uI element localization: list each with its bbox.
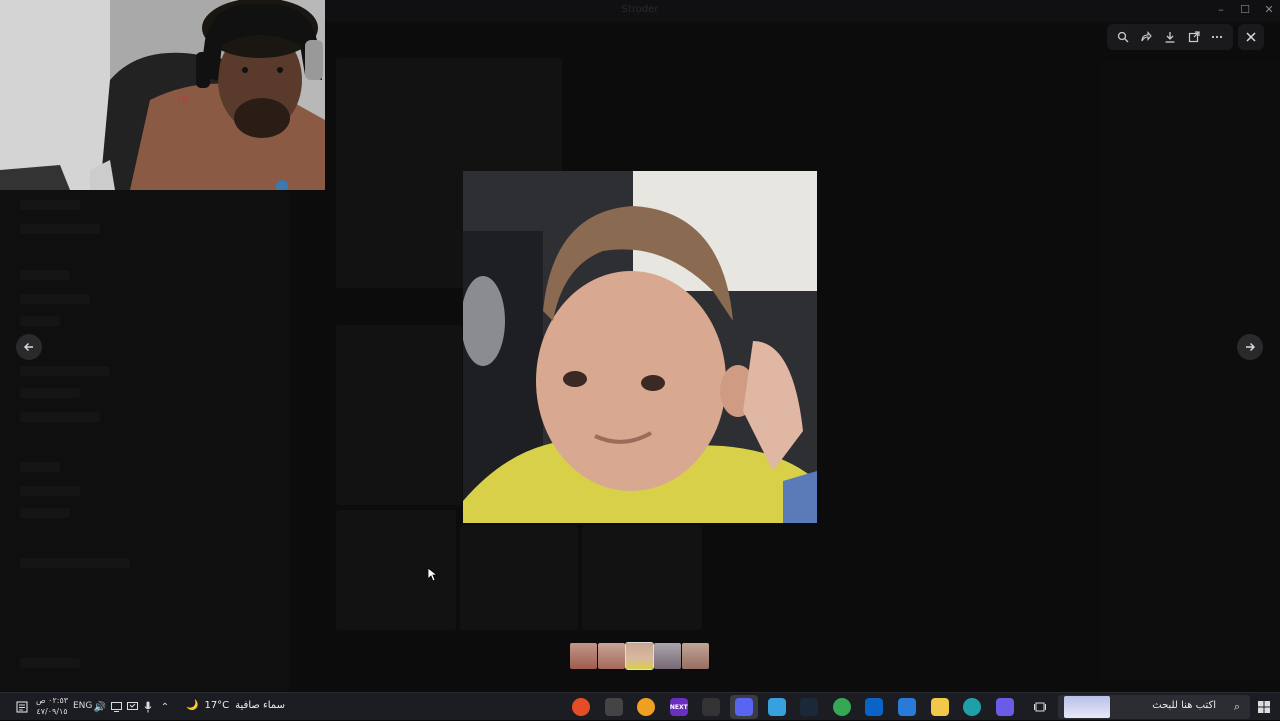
system-clock[interactable]: ٠٢:٥٣ ص ٤٧/٠٩/١٥ — [34, 695, 70, 717]
window-close-icon[interactable]: ✕ — [1262, 3, 1276, 17]
zoom-in-icon[interactable] — [1112, 26, 1134, 48]
edge-icon[interactable] — [962, 697, 982, 717]
member-list — [1100, 60, 1280, 680]
clock-time: ٠٢:٥٣ ص — [35, 696, 69, 705]
chrome-canary-icon[interactable] — [636, 697, 656, 717]
chrome-icon[interactable] — [571, 697, 591, 717]
copilot-app-icon[interactable] — [995, 697, 1015, 717]
start-windows-icon[interactable] — [1256, 693, 1272, 721]
svg-text:LE: LE — [178, 95, 188, 104]
next-app-icon[interactable]: NEXT — [669, 697, 689, 717]
obs-icon[interactable] — [604, 697, 624, 717]
download-icon[interactable] — [1159, 26, 1181, 48]
thumbnail-strip — [570, 642, 709, 670]
channel-sidebar — [0, 190, 290, 690]
search-highlight-image — [1064, 696, 1110, 718]
mouse-cursor-icon — [427, 567, 439, 586]
close-icon — [1246, 32, 1256, 42]
arrow-right-icon — [1246, 343, 1255, 351]
weather-text: سماء صافية — [235, 700, 285, 711]
thumbnail-active[interactable] — [625, 642, 654, 670]
language-indicator[interactable]: ENG — [73, 701, 92, 711]
microphone-icon[interactable] — [143, 693, 153, 721]
close-viewer-button[interactable] — [1238, 24, 1264, 50]
next-image-button[interactable] — [1237, 334, 1263, 360]
task-view-icon[interactable] — [1030, 693, 1050, 721]
search-icon: ⌕ — [1233, 700, 1240, 713]
previous-image-button[interactable] — [16, 334, 42, 360]
store-icon[interactable] — [897, 697, 917, 717]
webcam-overlay: LE — [0, 0, 325, 190]
tray-chevron-up-icon[interactable]: ⌃ — [158, 693, 172, 721]
forward-icon[interactable] — [1135, 26, 1157, 48]
thumbnail[interactable] — [654, 643, 681, 669]
clock-date: ٤٧/٠٩/١٥ — [36, 707, 68, 716]
more-icon[interactable] — [1206, 26, 1228, 48]
search-placeholder: اكتب هنا للبحث — [1152, 700, 1216, 711]
background-image-tile — [460, 525, 578, 630]
weather-temp: 17°C — [204, 700, 230, 711]
taskbar-search[interactable]: اكتب هنا للبحث ⌕ — [1058, 695, 1250, 719]
network-icon[interactable] — [110, 693, 122, 721]
notifications-icon[interactable] — [12, 693, 32, 721]
file-explorer-icon[interactable] — [930, 697, 950, 717]
google-chrome-icon[interactable] — [832, 697, 852, 717]
thumbnail[interactable] — [570, 643, 597, 669]
capcut-icon[interactable] — [701, 697, 721, 717]
thumbnail[interactable] — [682, 643, 709, 669]
background-image-tile — [336, 510, 456, 630]
discord-icon[interactable] — [730, 695, 758, 719]
outlook-icon[interactable] — [864, 697, 884, 717]
display-icon[interactable] — [126, 693, 138, 721]
thumbnail[interactable] — [598, 643, 625, 669]
background-image-tile — [336, 325, 462, 505]
viewed-image[interactable] — [463, 171, 817, 523]
minimize-icon[interactable]: – — [1214, 3, 1228, 17]
copilot-icon[interactable] — [767, 697, 787, 717]
maximize-icon[interactable]: ☐ — [1238, 3, 1252, 17]
open-external-icon[interactable] — [1183, 26, 1205, 48]
steam-icon[interactable] — [799, 697, 819, 717]
arrow-left-icon — [24, 343, 33, 351]
moon-icon: 🌙 — [186, 700, 199, 711]
volume-icon[interactable]: 🔊 — [94, 693, 106, 721]
background-image-tile — [582, 525, 702, 630]
image-toolbar — [1107, 24, 1233, 50]
weather-widget[interactable]: 🌙 17°C سماء صافية — [186, 700, 285, 711]
taskbar: ٠٢:٥٣ ص ٤٧/٠٩/١٥ ENG 🔊 ⌃ 🌙 17°C سماء صاف… — [0, 692, 1280, 720]
app-title: Stroder — [621, 4, 659, 15]
